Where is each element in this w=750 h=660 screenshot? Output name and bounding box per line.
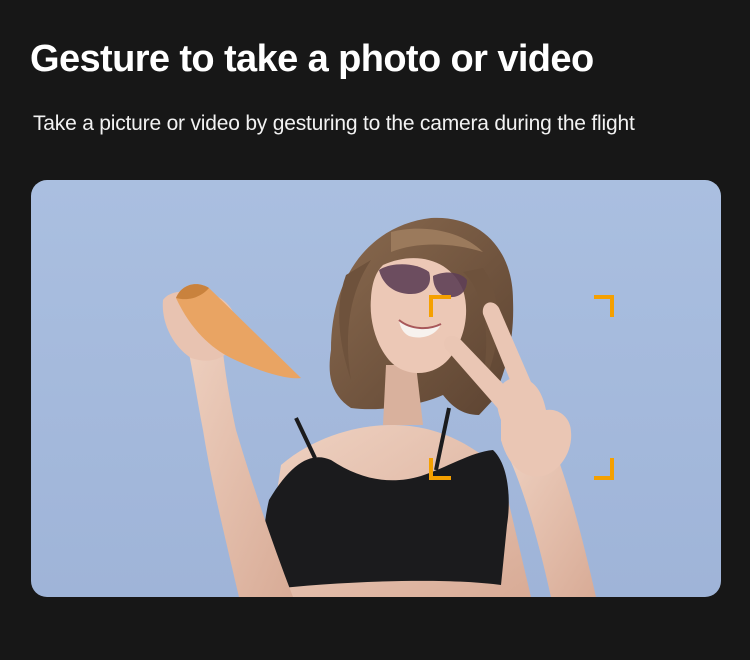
page-subtitle: Take a picture or video by gesturing to … [33,112,635,135]
page-title: Gesture to take a photo or video [30,38,594,80]
feature-photo [31,180,721,597]
